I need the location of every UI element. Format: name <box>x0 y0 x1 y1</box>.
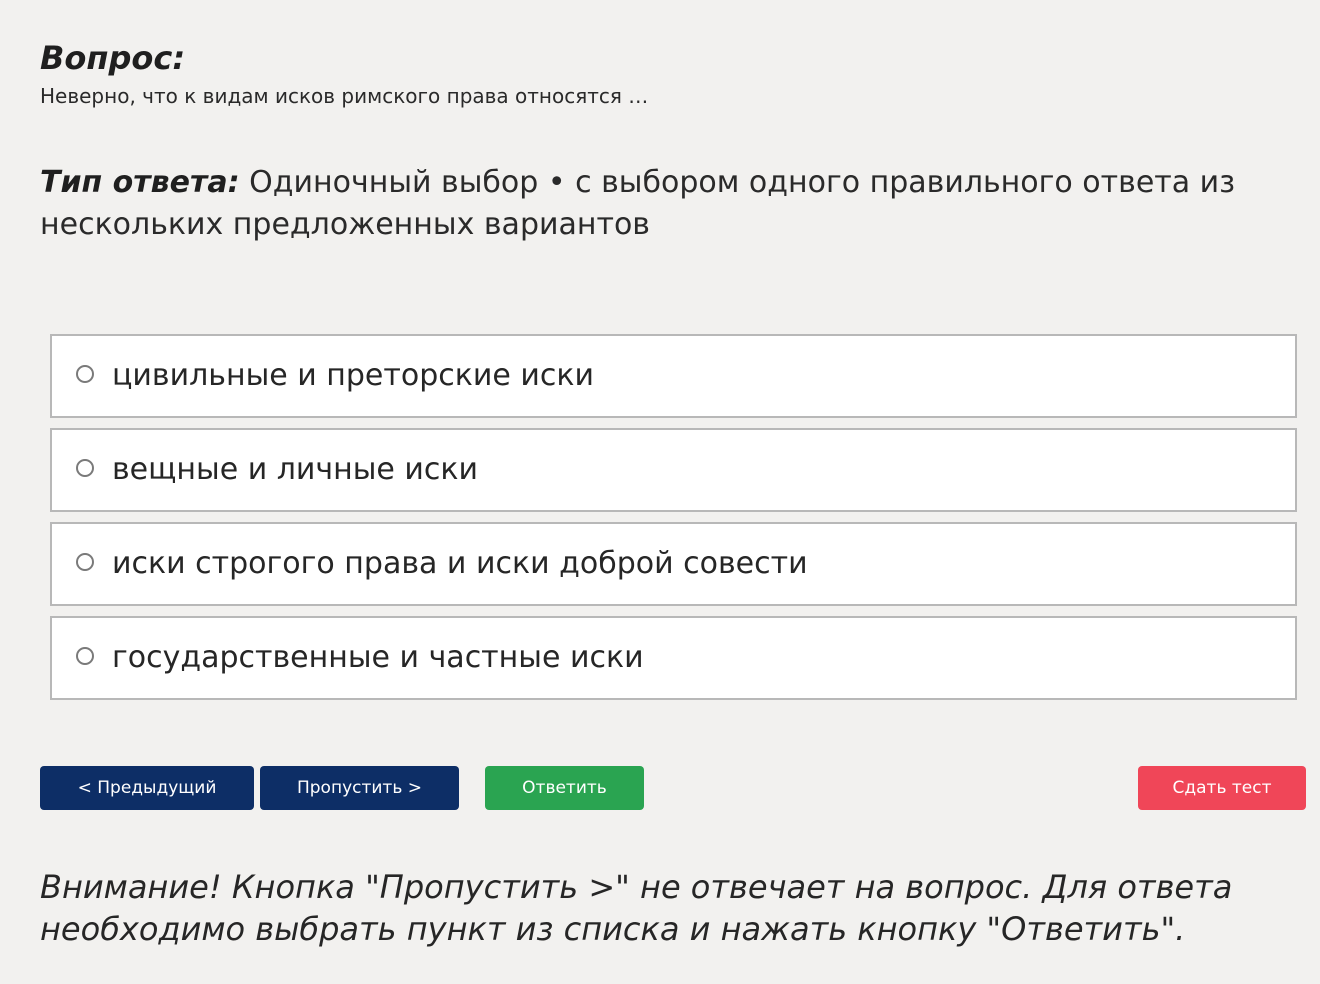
skip-button[interactable]: Пропустить > <box>260 766 459 810</box>
question-text: Неверно, что к видам исков римского прав… <box>40 84 649 108</box>
radio-button[interactable] <box>76 553 94 571</box>
warning-text: Внимание! Кнопка "Пропустить >" не отвеч… <box>40 868 1233 948</box>
radio-button[interactable] <box>76 647 94 665</box>
answer-option-label: государственные и частные иски <box>112 640 644 675</box>
answer-button[interactable]: Ответить <box>485 766 644 810</box>
answer-type-label: Тип ответа: <box>40 165 240 200</box>
answer-option-label: вещные и личные иски <box>112 452 479 487</box>
answer-option[interactable]: цивильные и преторские иски <box>50 334 1297 418</box>
answer-option[interactable]: иски строгого права и иски доброй совест… <box>50 522 1297 606</box>
question-heading: Вопрос: <box>40 39 186 77</box>
answer-option[interactable]: вещные и личные иски <box>50 428 1297 512</box>
answer-type: Тип ответа: Одиночный выбор • с выбором … <box>40 162 1280 246</box>
answer-option-label: цивильные и преторские иски <box>112 358 594 393</box>
previous-button[interactable]: < Предыдущий <box>40 766 254 810</box>
answer-option-label: иски строгого права и иски доброй совест… <box>112 546 808 581</box>
answer-options: цивильные и преторские иски вещные и лич… <box>50 334 1297 710</box>
radio-button[interactable] <box>76 459 94 477</box>
finish-test-button[interactable]: Сдать тест <box>1138 766 1306 810</box>
radio-button[interactable] <box>76 365 94 383</box>
answer-option[interactable]: государственные и частные иски <box>50 616 1297 700</box>
